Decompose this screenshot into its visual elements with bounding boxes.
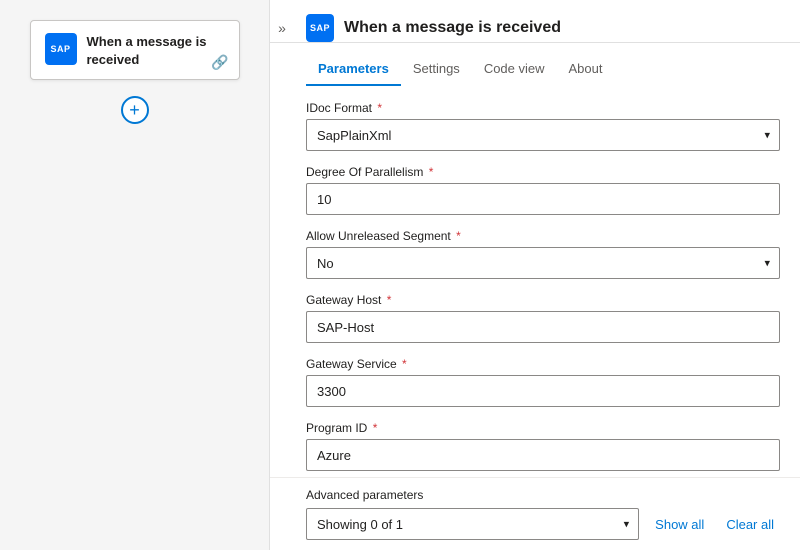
left-panel: SAP When a message is received 🔗 +: [0, 0, 270, 550]
gateway-service-group: Gateway Service *: [306, 357, 780, 407]
gateway-host-required: *: [383, 293, 391, 307]
advanced-section: Advanced parameters Showing 0 of 1 ▾ Sho…: [270, 477, 800, 550]
idoc-format-select[interactable]: SapPlainXml: [306, 119, 780, 151]
idoc-format-label: IDoc Format *: [306, 101, 780, 115]
plus-icon: +: [129, 101, 140, 119]
gateway-host-label: Gateway Host *: [306, 293, 780, 307]
trigger-card[interactable]: SAP When a message is received 🔗: [30, 20, 240, 80]
program-id-required: *: [369, 421, 377, 435]
right-header: SAP When a message is received: [270, 0, 800, 43]
unreleased-segment-select-wrapper: No Yes ▾: [306, 247, 780, 279]
right-header-title: When a message is received: [344, 19, 780, 37]
clear-all-button[interactable]: Clear all: [720, 517, 780, 532]
tab-settings[interactable]: Settings: [401, 53, 472, 86]
right-panel: SAP When a message is received Parameter…: [270, 0, 800, 550]
sap-icon-box: SAP: [45, 33, 77, 65]
advanced-select-wrapper: Showing 0 of 1 ▾: [306, 508, 639, 540]
trigger-card-title: When a message is received: [87, 33, 225, 69]
right-sap-logo: SAP: [310, 23, 330, 33]
gateway-host-group: Gateway Host *: [306, 293, 780, 343]
program-id-group: Program ID *: [306, 421, 780, 471]
gateway-service-required: *: [399, 357, 407, 371]
idoc-format-select-wrapper: SapPlainXml ▾: [306, 119, 780, 151]
advanced-label: Advanced parameters: [306, 488, 780, 502]
unreleased-required: *: [453, 229, 461, 243]
right-header-sap-icon: SAP: [306, 14, 334, 42]
tab-codeview[interactable]: Code view: [472, 53, 557, 86]
program-id-label: Program ID *: [306, 421, 780, 435]
advanced-select-row: Showing 0 of 1 ▾ Show all Clear all: [306, 508, 780, 540]
tab-parameters[interactable]: Parameters: [306, 53, 401, 86]
unreleased-segment-group: Allow Unreleased Segment * No Yes ▾: [306, 229, 780, 279]
gateway-service-input[interactable]: [306, 375, 780, 407]
gateway-service-label: Gateway Service *: [306, 357, 780, 371]
show-all-button[interactable]: Show all: [649, 517, 710, 532]
advanced-select[interactable]: Showing 0 of 1: [306, 508, 639, 540]
parallelism-group: Degree Of Parallelism *: [306, 165, 780, 215]
add-step-button[interactable]: +: [121, 96, 149, 124]
parallelism-label: Degree Of Parallelism *: [306, 165, 780, 179]
unreleased-segment-label: Allow Unreleased Segment *: [306, 229, 780, 243]
tabs-bar: Parameters Settings Code view About: [270, 53, 800, 85]
expand-icon[interactable]: »: [272, 18, 292, 38]
link-icon: 🔗: [211, 54, 228, 71]
idoc-format-group: IDoc Format * SapPlainXml ▾: [306, 101, 780, 151]
program-id-input[interactable]: [306, 439, 780, 471]
gateway-host-input[interactable]: [306, 311, 780, 343]
parallelism-input[interactable]: [306, 183, 780, 215]
sap-logo: SAP: [50, 44, 70, 54]
form-area: IDoc Format * SapPlainXml ▾ Degree Of Pa…: [270, 85, 800, 477]
unreleased-segment-select[interactable]: No Yes: [306, 247, 780, 279]
idoc-format-required: *: [374, 101, 382, 115]
parallelism-required: *: [425, 165, 433, 179]
tab-about[interactable]: About: [557, 53, 615, 86]
